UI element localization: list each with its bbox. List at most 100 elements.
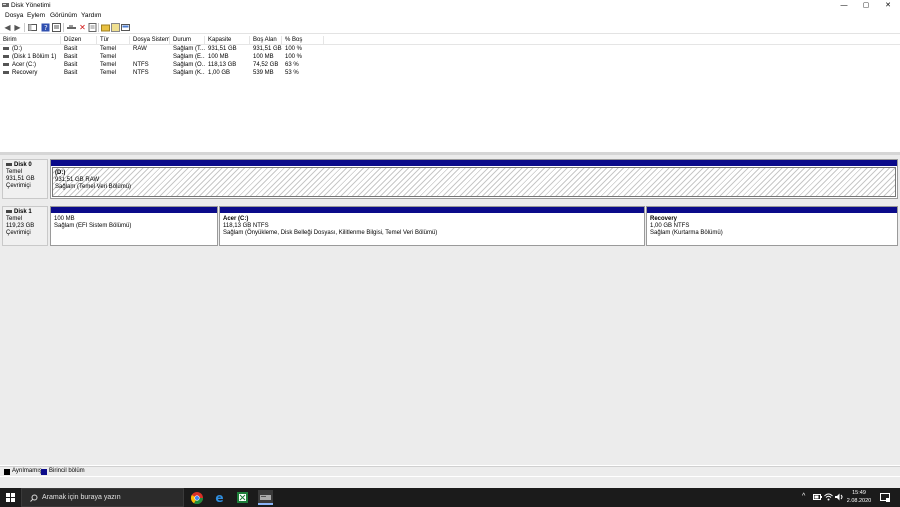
- start-button[interactable]: [0, 488, 20, 507]
- spreadsheet-icon[interactable]: [235, 490, 250, 505]
- menu-dosya[interactable]: Dosya: [5, 12, 23, 19]
- partition-title: Acer (C:): [223, 216, 249, 222]
- forward-icon[interactable]: ▶: [13, 23, 22, 32]
- graphical-disk-view: Disk 0 Temel 931,51 GB Çevrimiçi (D:) 93…: [0, 155, 900, 465]
- disk-management-icon[interactable]: [258, 490, 273, 505]
- cell-yuzde-bos: 100 %: [285, 46, 303, 52]
- table-row[interactable]: Recovery Basit Temel NTFS Sağlam (K... 1…: [0, 69, 330, 77]
- cell-dosya-sistemi: NTFS: [133, 62, 149, 68]
- menu-eylem[interactable]: Eylem: [27, 12, 45, 19]
- list-icon[interactable]: [52, 23, 61, 32]
- partition-title: Recovery: [650, 216, 678, 222]
- cell-kapasite: 1,00 GB: [208, 70, 231, 76]
- primary-partition-bar: [220, 207, 644, 213]
- partition-recovery[interactable]: Recovery 1,00 GB NTFS Sağlam (Kurtarma B…: [646, 206, 898, 246]
- disk-1-label[interactable]: Disk 1 Temel 119,23 GB Çevrimiçi: [2, 206, 48, 246]
- open-icon[interactable]: [101, 23, 110, 32]
- unallocated-swatch: [4, 469, 10, 475]
- primary-partition-bar: [51, 207, 217, 213]
- disk-0-heading: Disk 0: [6, 162, 44, 169]
- menu-gorunum[interactable]: Görünüm: [50, 12, 77, 19]
- cell-dosya-sistemi: NTFS: [133, 70, 149, 76]
- column-header-durum[interactable]: Durum: [170, 36, 205, 45]
- partition-status: Sağlam (Kurtarma Bölümü): [650, 230, 723, 236]
- chevron-up-icon[interactable]: ^: [802, 493, 805, 500]
- partition-efi[interactable]: 100 MB Sağlam (EFI Sistem Bölümü): [50, 206, 218, 246]
- disk-0-icon: [6, 162, 12, 166]
- disk-0-type: Temel: [6, 169, 23, 175]
- help-icon[interactable]: ?: [41, 23, 50, 32]
- taskbar-search[interactable]: Aramak için buraya yazın: [21, 488, 184, 507]
- table-row[interactable]: (Disk 1 Bölüm 1) Basit Temel Sağlam (E..…: [0, 53, 330, 61]
- menu-bar: Dosya Eylem Görünüm Yardım: [0, 11, 900, 21]
- legend-unallocated: Ayrılmamış: [12, 468, 42, 474]
- column-header-tur[interactable]: Tür: [97, 36, 130, 45]
- minimize-button[interactable]: —: [833, 0, 855, 11]
- primary-partition-bar: [51, 160, 897, 166]
- rescan-icon[interactable]: [111, 23, 120, 32]
- partition-efi-body: 100 MB Sağlam (EFI Sistem Bölümü): [52, 214, 216, 244]
- window-title: Disk Yönetimi: [11, 2, 51, 9]
- cell-birim: Recovery: [12, 70, 38, 76]
- notifications-icon[interactable]: [880, 493, 890, 502]
- table-row[interactable]: Acer (C:) Basit Temel NTFS Sağlam (Ö... …: [0, 61, 330, 69]
- cell-bos-alan: 100 MB: [253, 54, 274, 60]
- volume-list: Birim Düzen Tür Dosya Sistemi Durum Kapa…: [0, 36, 900, 152]
- column-header-kapasite[interactable]: Kapasite: [205, 36, 250, 45]
- partition-status: Sağlam (Önyükleme, Disk Belleği Dosyası,…: [223, 230, 438, 236]
- disk-0-label[interactable]: Disk 0 Temel 931,51 GB Çevrimiçi: [2, 159, 48, 199]
- cell-duzen: Basit: [64, 70, 78, 76]
- cell-tur: Temel: [100, 54, 117, 60]
- cell-tur: Temel: [100, 46, 117, 52]
- taskbar: Aramak için buraya yazın e ^ 15:49 2.08.…: [0, 488, 900, 507]
- column-header-bos-alan[interactable]: Boş Alan: [250, 36, 282, 45]
- cell-durum: Sağlam (T...: [173, 46, 205, 52]
- cell-kapasite: 931,51 GB: [208, 46, 237, 52]
- view-icon[interactable]: [121, 23, 130, 32]
- back-icon[interactable]: ◀: [3, 23, 12, 32]
- menu-yardim[interactable]: Yardım: [81, 12, 101, 19]
- disk-1-heading: Disk 1: [6, 209, 44, 216]
- disk-management-app-icon: [2, 3, 9, 7]
- partition-c-body: Acer (C:) 118,13 GB NTFS Sağlam (Önyükle…: [221, 214, 643, 244]
- windows-icon: [5, 493, 15, 502]
- partition-c[interactable]: Acer (C:) 118,13 GB NTFS Sağlam (Önyükle…: [219, 206, 645, 246]
- title-bar: Disk Yönetimi — ▢ ✕: [0, 0, 900, 11]
- status-bar: [0, 477, 900, 488]
- properties-icon[interactable]: [88, 23, 97, 32]
- battery-icon[interactable]: [813, 494, 822, 500]
- partition-status: Sağlam (Temel Veri Bölümü): [55, 184, 132, 190]
- disk-1-name: Disk 1: [14, 209, 32, 215]
- edge-icon[interactable]: e: [212, 490, 227, 505]
- disk-0-size: 931,51 GB: [6, 176, 35, 182]
- cell-dosya-sistemi: [130, 53, 170, 61]
- column-header-yuzde-bos[interactable]: % Boş: [282, 36, 324, 45]
- volume-icon[interactable]: [835, 493, 844, 501]
- primary-partition-swatch: [41, 469, 47, 475]
- disk-1-type: Temel: [6, 216, 23, 222]
- drive-icon: [3, 46, 9, 50]
- close-button[interactable]: ✕: [877, 0, 899, 11]
- cell-birim: (D:): [12, 46, 22, 52]
- console-tree-icon[interactable]: [28, 23, 37, 32]
- column-header-birim[interactable]: Birim: [0, 36, 61, 45]
- cell-durum: Sağlam (K...: [173, 70, 205, 76]
- wifi-icon[interactable]: [824, 493, 833, 501]
- column-header-duzen[interactable]: Düzen: [61, 36, 97, 45]
- partition-status: Sağlam (EFI Sistem Bölümü): [54, 223, 132, 229]
- disk-1-row: Disk 1 Temel 119,23 GB Çevrimiçi 100 MB …: [0, 204, 900, 248]
- search-placeholder: Aramak için buraya yazın: [42, 494, 121, 501]
- cell-birim: (Disk 1 Bölüm 1): [12, 54, 57, 60]
- delete-icon[interactable]: ✕: [78, 23, 87, 32]
- table-row[interactable]: (D:) Basit Temel RAW Sağlam (T... 931,51…: [0, 45, 330, 53]
- primary-partition-bar: [647, 207, 897, 213]
- disk-0-name: Disk 0: [14, 162, 32, 168]
- column-header-dosya-sistemi[interactable]: Dosya Sistemi: [130, 36, 170, 45]
- chrome-icon[interactable]: [189, 490, 204, 505]
- disk-1-status: Çevrimiçi: [6, 230, 31, 236]
- clock[interactable]: 15:49 2.08.2020: [846, 489, 872, 505]
- cell-duzen: Basit: [64, 46, 78, 52]
- connect-icon[interactable]: [67, 23, 76, 32]
- maximize-button[interactable]: ▢: [855, 0, 877, 11]
- partition-d[interactable]: (D:) 931,51 GB RAW Sağlam (Temel Veri Bö…: [50, 159, 898, 199]
